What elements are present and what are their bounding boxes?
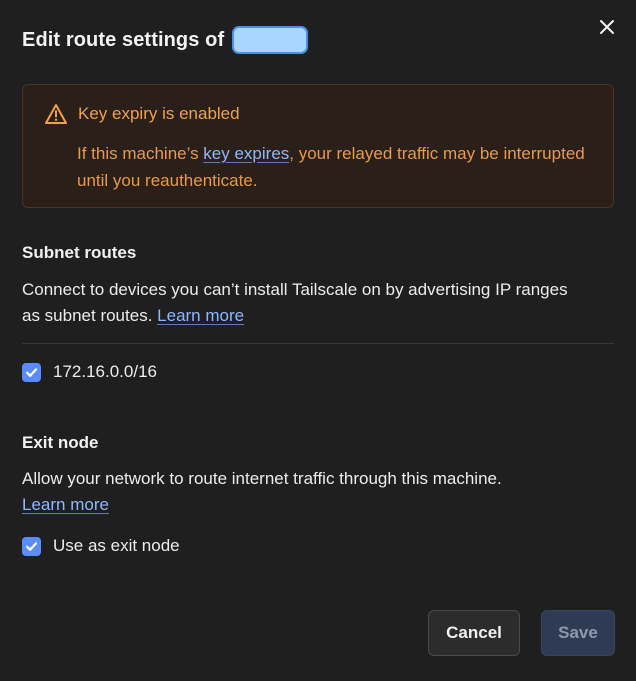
dialog-title: Edit route settings of [22, 28, 225, 51]
subnet-routes-description: Connect to devices you can’t install Tai… [22, 277, 582, 329]
key-expiry-warning: Key expiry is enabled If this machine’s … [22, 84, 614, 208]
exit-node-learn-more-link[interactable]: Learn more [22, 495, 109, 514]
checkmark-icon [26, 541, 38, 551]
dialog-header: Edit route settings of [22, 24, 614, 56]
exit-node-checkbox-row[interactable]: Use as exit node [22, 536, 180, 556]
save-button[interactable]: Save [541, 610, 615, 656]
warning-triangle-icon [45, 104, 67, 124]
warning-message: If this machine’s key expires, your rela… [77, 140, 597, 194]
exit-node-description: Allow your network to route internet tra… [22, 466, 582, 518]
warning-text-before: If this machine’s [77, 144, 204, 163]
exit-node-description-text: Allow your network to route internet tra… [22, 469, 502, 488]
checkmark-icon [26, 367, 38, 377]
subnet-routes-heading: Subnet routes [22, 243, 137, 262]
exit-node-heading: Exit node [22, 433, 99, 452]
subnet-routes-learn-more-link[interactable]: Learn more [157, 306, 244, 325]
edit-route-settings-dialog: Edit route settings of Key expiry is ena… [0, 0, 636, 681]
cancel-button[interactable]: Cancel [428, 610, 520, 656]
redacted-machine-name [232, 26, 309, 54]
subnet-route-checkbox-row[interactable]: 172.16.0.0/16 [22, 362, 157, 382]
subnet-route-label: 172.16.0.0/16 [53, 362, 157, 381]
warning-header: Key expiry is enabled [44, 103, 240, 125]
close-button[interactable] [596, 16, 618, 38]
close-icon [600, 20, 614, 34]
exit-node-checkbox[interactable] [22, 536, 41, 556]
key-expires-link[interactable]: key expires [203, 144, 289, 163]
subnet-route-checkbox[interactable] [22, 362, 41, 382]
exit-node-label: Use as exit node [53, 536, 180, 555]
subnet-routes-description-text: Connect to devices you can’t install Tai… [22, 280, 568, 325]
warning-title: Key expiry is enabled [78, 104, 240, 123]
section-divider [22, 343, 614, 344]
